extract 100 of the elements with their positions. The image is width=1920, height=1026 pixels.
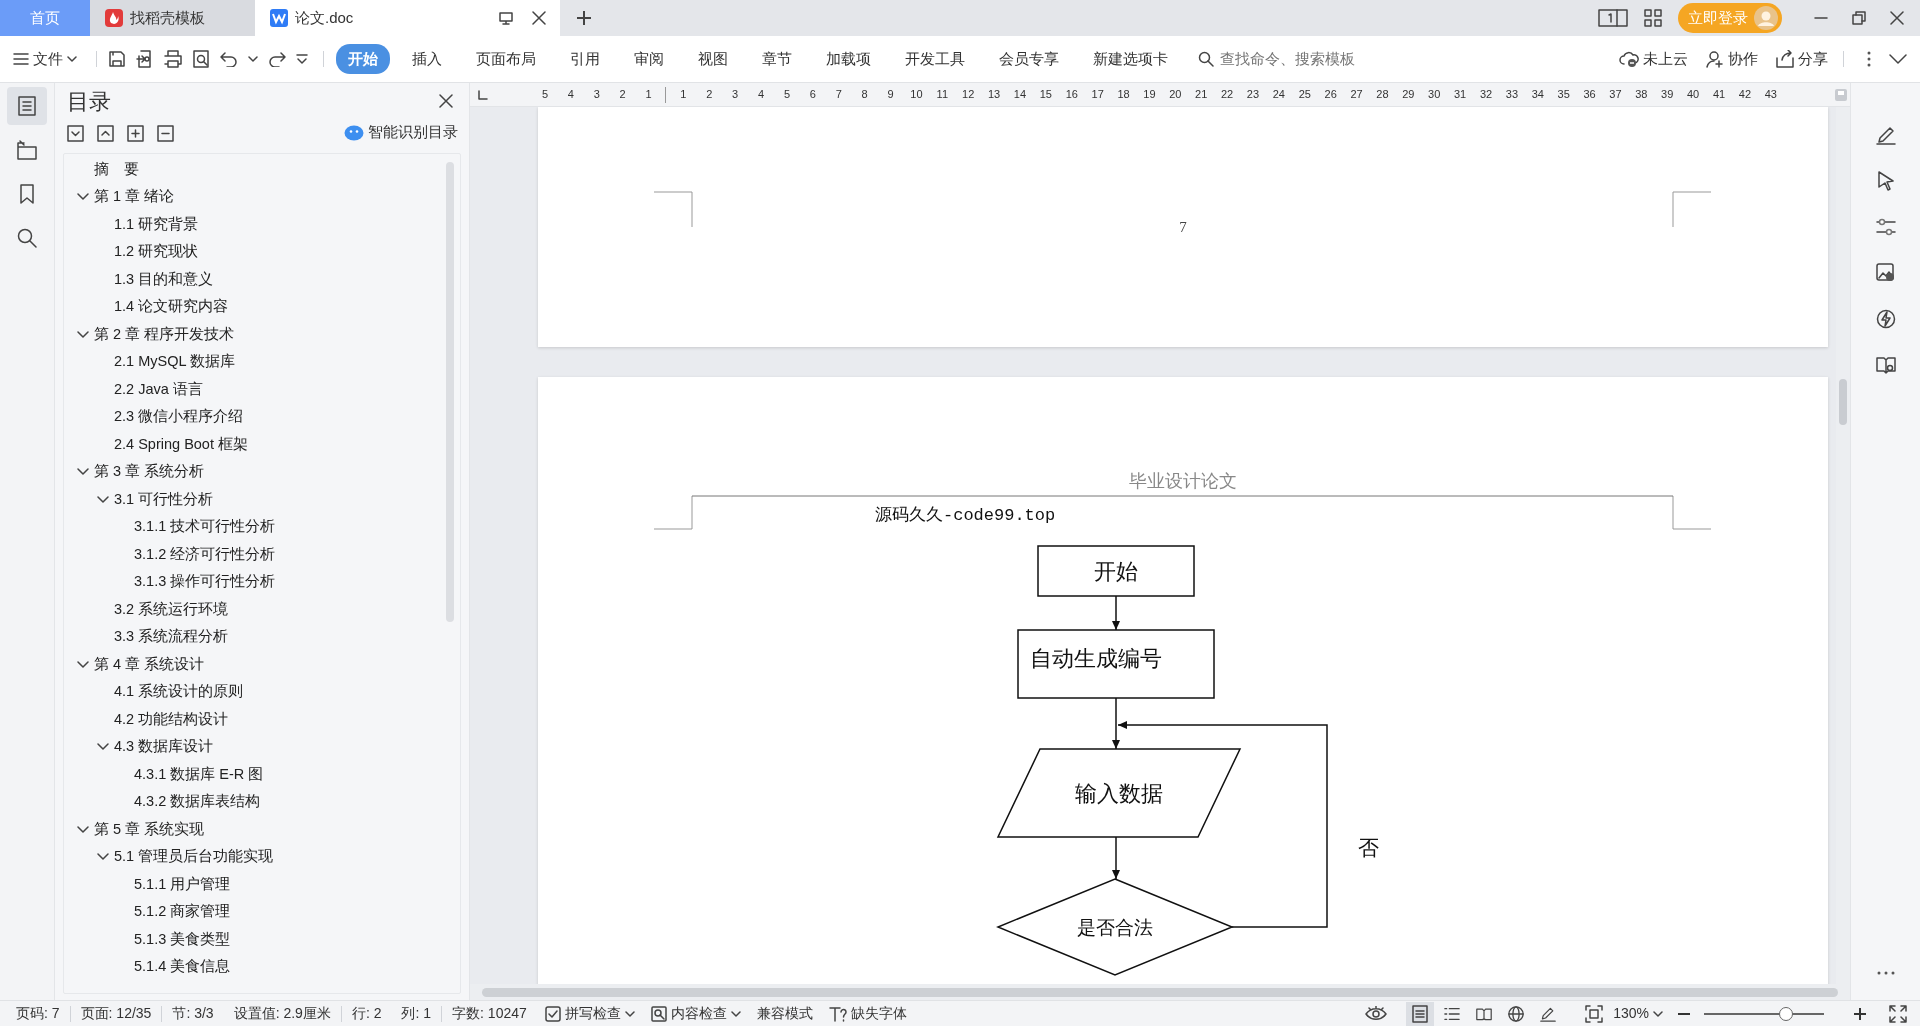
toc-item[interactable]: 4.1 系统设计的原则: [112, 681, 244, 704]
toc-scrollbar[interactable]: [446, 162, 454, 622]
ruler-number: 27: [1349, 87, 1364, 103]
toc-item[interactable]: 1.1 研究背景: [112, 213, 199, 236]
status-text: 页码: 7: [15, 1004, 61, 1023]
window-tab[interactable]: 论文.doc: [255, 0, 560, 36]
toc-item[interactable]: 2.1 MySQL 数据库: [112, 351, 236, 374]
toc-item[interactable]: 3.3 系统流程分析: [112, 626, 229, 649]
collapse-chevron-icon[interactable]: [97, 743, 109, 752]
toc-item[interactable]: 4.2 功能结构设计: [112, 708, 229, 731]
input-node: 输入数据: [996, 748, 1242, 838]
expand-all-icon[interactable]: [67, 124, 84, 142]
ruler-number: 4: [566, 87, 575, 103]
new-tab-icon[interactable]: [576, 10, 592, 26]
apps-grid-icon[interactable]: [1644, 9, 1662, 27]
ribbon-tab[interactable]: 引用: [558, 43, 612, 75]
font-question-icon: [828, 1005, 847, 1022]
toc-item[interactable]: 第 1 章 绪论: [92, 186, 175, 209]
monitor-icon[interactable]: [498, 10, 514, 26]
toc-item[interactable]: 5.1.3 美食类型: [132, 928, 231, 951]
export-icon: [136, 50, 154, 68]
toc-item[interactable]: 1.4 论文研究内容: [112, 296, 229, 319]
zoom-dropdown[interactable]: 130%: [1610, 1000, 1666, 1026]
toc-item[interactable]: 5.1.2 商家管理: [132, 901, 231, 924]
ribbon-tab[interactable]: 页面布局: [464, 43, 548, 75]
ribbon-tab[interactable]: 新建选项卡: [1081, 43, 1180, 75]
flow-arrow: [1112, 595, 1120, 631]
layout-icon[interactable]: [1598, 8, 1628, 28]
ribbon-tab[interactable]: 审阅: [622, 43, 676, 75]
toc-item[interactable]: 2.4 Spring Boot 框架: [112, 433, 248, 456]
search-field[interactable]: 查找命令、搜索模板: [1198, 46, 1438, 72]
toc-item[interactable]: 第 5 章 系统实现: [92, 818, 205, 841]
ruler-number: 28: [1375, 87, 1390, 103]
toc-item[interactable]: 5.1.4 美食信息: [132, 956, 231, 979]
caret-icon: [1653, 1009, 1663, 1018]
ruler-number: 14: [1012, 87, 1028, 103]
toc-item[interactable]: 摘 要: [92, 158, 139, 181]
ruler-number: 3: [592, 87, 601, 103]
collapse-chevron-icon[interactable]: [77, 330, 89, 339]
spell-check-button[interactable]: 拼写检查: [536, 1000, 643, 1026]
redo-icon: [268, 51, 286, 67]
ribbon-tab[interactable]: 视图: [686, 43, 740, 75]
toc-item[interactable]: 2.3 微信小程序介绍: [112, 406, 244, 429]
toc-item[interactable]: 1.2 研究现状: [112, 241, 199, 264]
ribbon-tab[interactable]: 章节: [750, 43, 804, 75]
ribbon-tab[interactable]: 会员专享: [987, 43, 1071, 75]
toc-item[interactable]: 3.1 可行性分析: [112, 488, 214, 511]
toc-panel-icon: [18, 96, 36, 116]
toc-item[interactable]: 3.1.2 经济可行性分析: [132, 543, 276, 566]
ruler-number: 32: [1478, 87, 1494, 103]
print-button[interactable]: [161, 47, 185, 71]
toc-item[interactable]: 2.2 Java 语言: [112, 378, 203, 401]
toc-item[interactable]: 第 2 章 程序开发技术: [92, 323, 235, 346]
ribbon-tab[interactable]: 插入: [400, 43, 454, 75]
toc-panel-button[interactable]: [7, 87, 47, 125]
missing-font-button[interactable]: 缺失字体: [820, 1000, 915, 1026]
collapse-chevron-icon[interactable]: [77, 193, 89, 202]
add-level-icon[interactable]: [127, 124, 144, 142]
collapse-all-icon[interactable]: [97, 124, 114, 142]
collapse-chevron-icon[interactable]: [77, 825, 89, 834]
close-icon[interactable]: [532, 11, 546, 25]
smart-toc-button[interactable]: 智能识别目录: [341, 119, 461, 147]
more-options-icon: [1867, 51, 1871, 67]
file-menu[interactable]: 文件: [10, 44, 80, 74]
toc-item[interactable]: 3.2 系统运行环境: [112, 598, 229, 621]
remove-level-icon[interactable]: [157, 124, 174, 142]
toc-item[interactable]: 第 4 章 系统设计: [92, 653, 205, 676]
ruler-toggle-icon[interactable]: [1834, 87, 1848, 102]
toc-item[interactable]: 5.1.1 用户管理: [132, 873, 231, 896]
toc-item[interactable]: 4.3.1 数据库 E-R 图: [132, 763, 264, 786]
toc-item[interactable]: 1.3 目的和意义: [112, 268, 214, 291]
collapse-chevron-icon[interactable]: [77, 660, 89, 669]
collapse-ribbon-button[interactable]: [1886, 51, 1910, 67]
content-check-button[interactable]: 内容检查: [642, 1000, 749, 1026]
page-view-button[interactable]: [1406, 1001, 1435, 1026]
toc-item[interactable]: 3.1.3 操作可行性分析: [132, 571, 276, 594]
restore-icon[interactable]: [1852, 11, 1866, 25]
cloud-status[interactable]: 未上云: [1616, 44, 1691, 74]
toc-item[interactable]: 第 3 章 系统分析: [92, 461, 205, 484]
collapse-chevron-icon[interactable]: [97, 853, 109, 862]
collapse-chevron-icon[interactable]: [97, 495, 109, 504]
collaborate-button[interactable]: 协作: [1703, 44, 1761, 74]
window-tab[interactable]: 找稻壳模板: [90, 0, 255, 36]
tab-stop-icon[interactable]: [478, 89, 488, 100]
collapse-chevron-icon[interactable]: [77, 468, 89, 477]
ribbon-tab[interactable]: 加载项: [814, 43, 883, 75]
toc-item[interactable]: 4.3 数据库设计: [112, 736, 214, 759]
toc-item[interactable]: 4.3.2 数据库表结构: [132, 791, 261, 814]
toc-item[interactable]: 5.1 管理员后台功能实现: [112, 846, 274, 869]
ribbon-tab[interactable]: 开发工具: [893, 43, 977, 75]
toc-item[interactable]: 3.1.1 技术可行性分析: [132, 516, 276, 539]
ruler-number: 9: [886, 87, 895, 103]
close-icon[interactable]: [1890, 11, 1904, 25]
compat-mode-label[interactable]: 兼容模式: [748, 1000, 821, 1026]
zoom-out-icon: [1677, 1011, 1691, 1016]
ruler-number: 22: [1219, 87, 1235, 103]
page-header: 毕业设计论文: [1129, 471, 1237, 491]
close-icon[interactable]: [439, 94, 453, 108]
share-button[interactable]: 分享: [1773, 44, 1831, 74]
slider-thumb[interactable]: [1778, 1006, 1793, 1021]
